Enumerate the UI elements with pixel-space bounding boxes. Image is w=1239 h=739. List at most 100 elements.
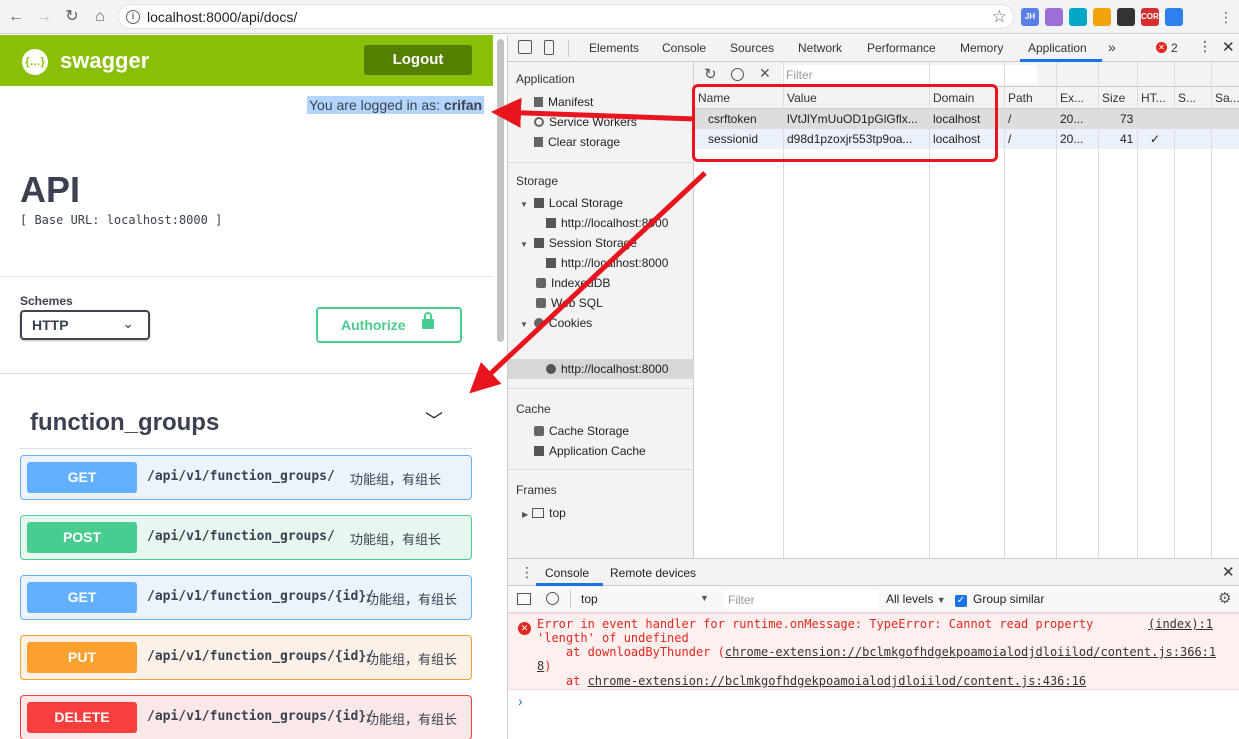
expand-triangle-icon[interactable]: ▶	[522, 510, 528, 519]
operation-path: /api/v1/function_groups/	[147, 469, 335, 484]
operation-put[interactable]: PUT/api/v1/function_groups/{id}/功能组，有组长	[20, 635, 472, 680]
expand-triangle-icon[interactable]: ▼	[520, 200, 528, 209]
error-source-link[interactable]: (index):1	[1148, 617, 1213, 631]
column-divider[interactable]	[1211, 62, 1212, 558]
operation-get[interactable]: GET/api/v1/function_groups/{id}/功能组，有组长	[20, 575, 472, 620]
expand-triangle-icon[interactable]: ▼	[520, 320, 528, 329]
extension-icon[interactable]	[1117, 8, 1135, 26]
authorize-button[interactable]: Authorize	[316, 307, 462, 343]
collapse-chevron-icon[interactable]: ﹀	[425, 407, 443, 433]
forward-icon[interactable]: →	[34, 7, 54, 27]
sidebar-item-manifest[interactable]: Manifest	[534, 95, 593, 109]
column-divider[interactable]	[1056, 62, 1057, 558]
scrollbar-thumb[interactable]	[497, 39, 504, 342]
drawer-menu-icon[interactable]: ⋮	[520, 564, 534, 581]
extension-icon[interactable]	[1069, 8, 1087, 26]
sidebar-item-cookies[interactable]: ▼ Cookies	[520, 316, 592, 330]
sidebar-item-cache-storage[interactable]: Cache Storage	[534, 424, 629, 438]
tab-sources[interactable]: Sources	[730, 41, 774, 55]
drawer-tab-console[interactable]: Console	[545, 566, 589, 580]
divider	[508, 162, 694, 163]
error-icon[interactable]: ✕	[1156, 42, 1167, 53]
tab-memory[interactable]: Memory	[960, 41, 1003, 55]
delete-selected-icon[interactable]: ✕	[759, 65, 771, 82]
console-filter-input[interactable]: Filter	[724, 590, 879, 609]
devtools-tabbar: Elements Console Sources Network Perform…	[508, 35, 1239, 62]
error-count[interactable]: 2	[1171, 41, 1178, 55]
info-icon[interactable]: i	[126, 10, 140, 24]
sidebar-item-websql[interactable]: Web SQL	[536, 296, 603, 310]
group-similar-checkbox[interactable]: ✓	[955, 595, 967, 607]
console-settings-gear-icon[interactable]: ⚙	[1218, 589, 1231, 607]
column-header[interactable]: Size	[1102, 91, 1125, 105]
column-header[interactable]: Sa...	[1215, 91, 1239, 105]
column-header[interactable]: HT...	[1141, 91, 1166, 105]
method-badge: DELETE	[27, 702, 137, 733]
back-icon[interactable]: ←	[6, 7, 26, 27]
sidebar-item-session-storage[interactable]: ▼ Session Storage	[520, 236, 637, 250]
extension-icon[interactable]	[1093, 8, 1111, 26]
extension-icon[interactable]: CORS	[1141, 8, 1164, 26]
method-badge: GET	[27, 462, 137, 493]
schemes-select[interactable]: HTTP ⌄	[20, 310, 150, 340]
more-tabs-button[interactable]: »	[1108, 39, 1116, 55]
sidebar-item-frame-top[interactable]: ▶ top	[522, 506, 566, 520]
column-header[interactable]: Path	[1008, 91, 1033, 105]
reload-icon[interactable]: ↻	[62, 7, 82, 27]
tab-elements[interactable]: Elements	[589, 41, 639, 55]
address-bar[interactable]: i localhost:8000/api/docs/ ☆	[118, 4, 1014, 29]
swagger-scrollbar[interactable]	[495, 35, 507, 739]
drawer-tab-remote-devices[interactable]: Remote devices	[610, 566, 696, 580]
close-devtools-icon[interactable]: ✕	[1222, 38, 1235, 56]
tab-application[interactable]: Application	[1028, 41, 1087, 55]
logged-in-prefix: You are logged in as:	[309, 97, 444, 113]
column-header[interactable]: S...	[1178, 91, 1196, 105]
column-divider[interactable]	[1004, 62, 1005, 558]
context-select[interactable]: top ▼	[574, 589, 714, 609]
log-levels-select[interactable]: All levels ▼	[886, 592, 946, 606]
stack-link[interactable]: chrome-extension://bclmkgofhdgekpoamoial…	[725, 645, 1216, 659]
column-divider[interactable]	[1137, 62, 1138, 558]
chrome-menu-icon[interactable]: ⋮	[1216, 7, 1236, 27]
sidebar-item-cookies-origin[interactable]: http://localhost:8000	[546, 362, 668, 376]
operation-get[interactable]: GET/api/v1/function_groups/功能组，有组长	[20, 455, 472, 500]
extension-icon[interactable]	[1165, 8, 1183, 26]
device-toolbar-icon[interactable]	[544, 40, 554, 55]
clear-console-icon[interactable]	[546, 592, 559, 605]
console-prompt[interactable]: ›	[518, 693, 523, 709]
sidebar-item-local-origin[interactable]: http://localhost:8000	[546, 216, 668, 230]
column-divider[interactable]	[1174, 62, 1175, 558]
logout-button[interactable]: Logout	[364, 45, 472, 75]
stack-link[interactable]: chrome-extension://bclmkgofhdgekpoamoial…	[588, 674, 1087, 688]
tab-network[interactable]: Network	[798, 41, 842, 55]
browser-toolbar: ← → ↻ ⌂ i localhost:8000/api/docs/ ☆ JH C…	[0, 0, 1239, 34]
sidebar-toggle-icon[interactable]	[517, 593, 531, 605]
home-icon[interactable]: ⌂	[90, 7, 110, 27]
sidebar-item-service-workers[interactable]: Service Workers	[534, 115, 637, 129]
devtools-menu-icon[interactable]: ⋮	[1198, 38, 1212, 55]
sidebar-item-indexeddb[interactable]: IndexedDB	[536, 276, 610, 290]
clear-all-icon[interactable]	[731, 68, 744, 81]
sidebar-item-application-cache[interactable]: Application Cache	[534, 444, 646, 458]
operation-post[interactable]: POST/api/v1/function_groups/功能组，有组长	[20, 515, 472, 560]
operation-delete[interactable]: DELETE/api/v1/function_groups/{id}/功能组，有…	[20, 695, 472, 739]
column-header[interactable]: Ex...	[1060, 91, 1084, 105]
inspect-element-icon[interactable]	[518, 40, 532, 54]
cookie-expires-cell: 20...	[1060, 112, 1084, 126]
extension-icon[interactable]: JH	[1021, 8, 1039, 26]
section-storage: Storage	[516, 174, 559, 188]
bookmark-star-icon[interactable]: ☆	[992, 7, 1007, 27]
expand-triangle-icon[interactable]: ▼	[520, 240, 528, 249]
cookie-path-cell: /	[1008, 112, 1012, 126]
sidebar-item-session-origin[interactable]: http://localhost:8000	[546, 256, 668, 270]
column-divider[interactable]	[1098, 62, 1099, 558]
group-title[interactable]: function_groups	[30, 409, 219, 437]
extension-icon[interactable]	[1045, 8, 1063, 26]
sidebar-item-local-storage[interactable]: ▼ Local Storage	[520, 196, 623, 210]
refresh-icon[interactable]: ↻	[704, 65, 717, 83]
sidebar-item-clear-storage[interactable]: Clear storage	[534, 135, 620, 149]
cookies-filter-input[interactable]: Filter	[782, 65, 1037, 84]
close-drawer-icon[interactable]: ✕	[1222, 563, 1235, 581]
tab-console[interactable]: Console	[662, 41, 706, 55]
tab-performance[interactable]: Performance	[867, 41, 936, 55]
